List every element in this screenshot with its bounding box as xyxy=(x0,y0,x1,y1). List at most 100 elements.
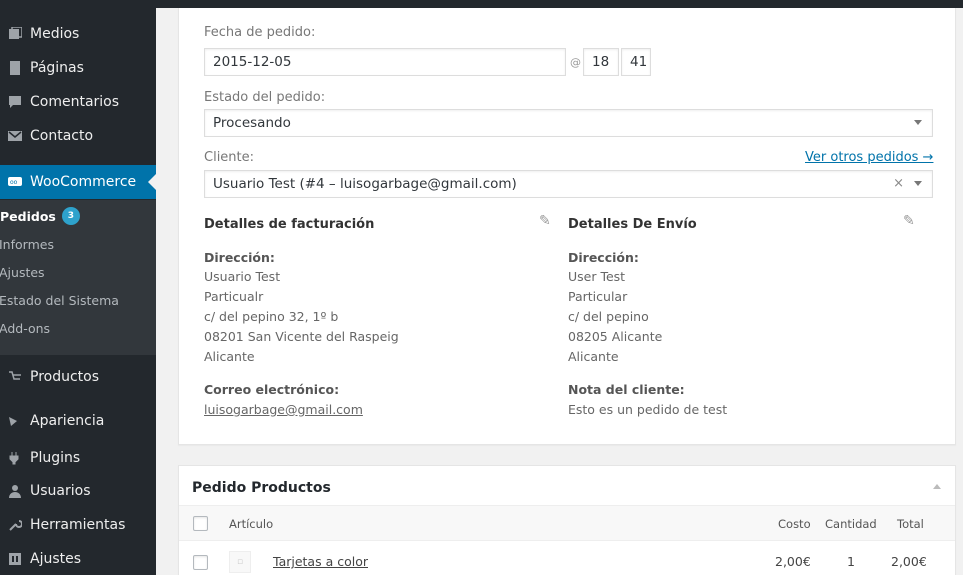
address-line: Particular xyxy=(568,289,628,304)
shipping-address: User Test Particular c/ del pepino 08205… xyxy=(568,267,662,367)
order-items-title: Pedido Productos xyxy=(192,480,331,496)
user-icon xyxy=(0,484,30,498)
sidebar-item-apariencia[interactable]: Apariencia xyxy=(0,404,156,438)
product-thumbnail-icon: ▫ xyxy=(229,551,251,573)
sidebar-item-plugins[interactable]: Plugins xyxy=(0,441,156,475)
sidebar-item-woocommerce[interactable]: oo WooCommerce xyxy=(0,165,156,199)
select-all-checkbox[interactable] xyxy=(193,516,208,531)
edit-shipping-icon[interactable]: ✎ xyxy=(903,213,915,229)
plug-icon xyxy=(0,451,30,465)
order-hour-input[interactable]: 18 xyxy=(583,48,619,76)
address-line: Particualr xyxy=(204,289,264,304)
mail-icon xyxy=(0,130,30,142)
product-name-link[interactable]: Tarjetas a color xyxy=(273,554,368,569)
column-header-total: Total xyxy=(897,517,924,531)
settings-icon xyxy=(0,552,30,566)
sidebar-item-comentarios[interactable]: Comentarios xyxy=(0,85,156,119)
order-status-value: Procesando xyxy=(213,115,291,131)
brush-icon xyxy=(0,414,30,428)
other-orders-link[interactable]: Ver otros pedidos → xyxy=(805,150,933,165)
order-date-input[interactable]: 2015-12-05 xyxy=(204,48,566,76)
sidebar-item-label: Medios xyxy=(30,26,80,42)
submenu-item-addons[interactable]: Add-ons xyxy=(0,316,155,340)
customer-note: Esto es un pedido de test xyxy=(568,402,728,417)
sidebar-item-productos[interactable]: Productos xyxy=(0,360,156,394)
at-symbol: @ xyxy=(570,56,581,69)
billing-email-label: Correo electrónico: xyxy=(204,382,340,397)
shipping-details-title: Detalles De Envío xyxy=(568,217,697,232)
address-line: Alicante xyxy=(204,349,255,364)
product-total: 2,00€ xyxy=(891,554,927,569)
comment-icon xyxy=(0,95,30,109)
sidebar-item-label: Usuarios xyxy=(30,483,91,499)
orders-count-badge: 3 xyxy=(61,207,80,225)
svg-text:oo: oo xyxy=(10,179,18,186)
collapse-toggle-icon[interactable] xyxy=(933,484,941,489)
submenu-item-estado-sistema[interactable]: Estado del Sistema xyxy=(0,288,155,312)
billing-details-title: Detalles de facturación xyxy=(204,217,375,232)
active-arrow-icon xyxy=(148,174,156,190)
customer-note-label: Nota del cliente: xyxy=(568,382,685,397)
customer-value: Usuario Test (#4 – luisogarbage@gmail.co… xyxy=(213,176,517,192)
order-status-select[interactable]: Procesando xyxy=(204,109,933,137)
sidebar-item-label: Plugins xyxy=(30,450,81,466)
cart-icon xyxy=(0,370,30,384)
order-items-panel: Pedido Productos Artículo Costo Cantidad… xyxy=(178,465,956,575)
order-status-label: Estado del pedido: xyxy=(204,90,326,105)
shipping-address-label: Dirección: xyxy=(568,250,639,265)
column-header-cost: Costo xyxy=(778,517,811,531)
product-cost: 2,00€ xyxy=(775,554,811,569)
customer-label: Cliente: xyxy=(204,150,255,165)
submenu-item-label: Pedidos xyxy=(0,208,56,224)
address-line: c/ del pepino 32, 1º b xyxy=(204,309,339,324)
submenu-item-label: Ajustes xyxy=(0,264,45,280)
submenu-item-ajustes[interactable]: Ajustes xyxy=(0,260,155,284)
address-line: 08201 San Vicente del Raspeig xyxy=(204,329,399,344)
order-data-panel: Fecha de pedido: 2015-12-05 @ 18 : 41 Es… xyxy=(178,8,956,445)
billing-email-link[interactable]: luisogarbage@gmail.com xyxy=(204,400,363,420)
clear-icon[interactable]: × xyxy=(893,176,904,191)
sidebar-item-label: Productos xyxy=(30,369,100,385)
media-icon xyxy=(0,27,30,41)
sidebar-item-paginas[interactable]: Páginas xyxy=(0,51,156,85)
chevron-down-icon xyxy=(914,120,922,125)
address-line: 08205 Alicante xyxy=(568,329,663,344)
edit-billing-icon[interactable]: ✎ xyxy=(539,213,551,229)
address-line: Alicante xyxy=(568,349,619,364)
submenu-item-informes[interactable]: Informes xyxy=(0,232,155,256)
customer-select[interactable]: Usuario Test (#4 – luisogarbage@gmail.co… xyxy=(204,170,933,198)
sidebar-item-contacto[interactable]: Contacto xyxy=(0,119,156,153)
admin-sidebar: Medios Páginas Comentarios Contacto oo W… xyxy=(0,8,156,575)
sidebar-item-label: WooCommerce xyxy=(30,174,137,190)
address-line: User Test xyxy=(568,269,626,284)
address-line: Usuario Test xyxy=(204,269,281,284)
sidebar-item-label: Apariencia xyxy=(30,413,105,429)
row-checkbox[interactable] xyxy=(193,555,208,570)
chevron-down-icon xyxy=(914,181,922,186)
submenu-item-label: Informes xyxy=(0,236,54,252)
billing-address-label: Dirección: xyxy=(204,250,275,265)
wrench-icon xyxy=(0,518,30,532)
sidebar-item-herramientas[interactable]: Herramientas xyxy=(0,508,156,542)
sidebar-item-medios[interactable]: Medios xyxy=(0,17,156,51)
sidebar-item-label: Ajustes xyxy=(30,551,82,567)
column-header-quantity: Cantidad xyxy=(825,517,877,531)
order-minute-input[interactable]: 41 xyxy=(621,48,651,76)
table-row: ▫ Tarjetas a color 2,00€ 1 2,00€ xyxy=(179,541,955,575)
sidebar-item-label: Herramientas xyxy=(30,517,126,533)
submenu-item-pedidos[interactable]: Pedidos 3 xyxy=(0,204,156,228)
sidebar-item-label: Contacto xyxy=(30,128,94,144)
admin-bar xyxy=(0,0,963,8)
billing-address: Usuario Test Particualr c/ del pepino 32… xyxy=(204,267,399,367)
woocommerce-submenu: Pedidos 3 Informes Ajustes Estado del Si… xyxy=(0,200,156,355)
sidebar-item-ajustes[interactable]: Ajustes xyxy=(0,542,156,575)
page-icon xyxy=(0,61,30,75)
submenu-item-label: Estado del Sistema xyxy=(0,292,119,308)
items-table-header: Artículo Costo Cantidad Total xyxy=(179,505,955,541)
sidebar-item-usuarios[interactable]: Usuarios xyxy=(0,474,156,508)
order-date-label: Fecha de pedido: xyxy=(204,25,316,40)
submenu-item-label: Add-ons xyxy=(0,320,51,336)
column-header-item: Artículo xyxy=(229,517,274,531)
address-line: c/ del pepino xyxy=(568,309,649,324)
sidebar-item-label: Comentarios xyxy=(30,94,120,110)
